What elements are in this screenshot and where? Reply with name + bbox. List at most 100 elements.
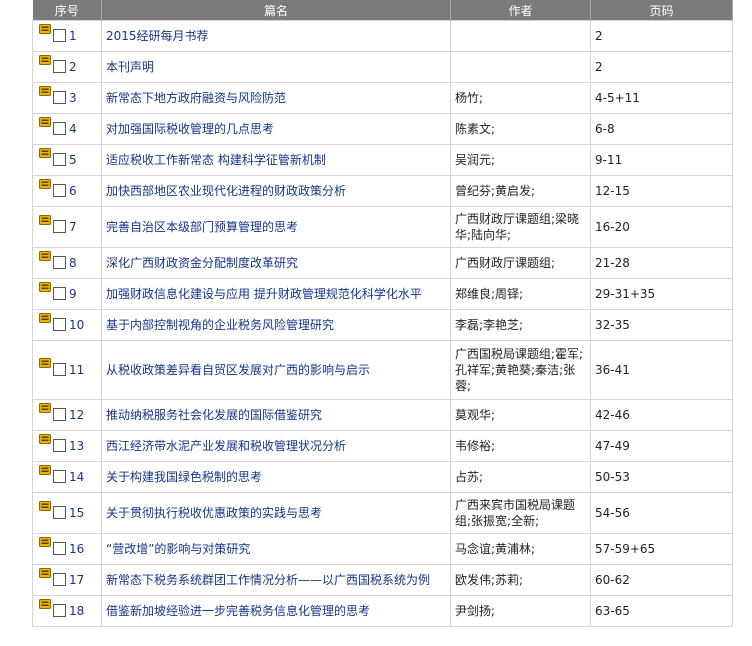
book-icon[interactable] <box>39 500 51 512</box>
header-pages[interactable]: 页码 <box>590 0 733 21</box>
row-index-cell: 9 <box>32 278 102 310</box>
header-title[interactable]: 篇名 <box>101 0 451 21</box>
pages-cell: 63-65 <box>590 595 733 627</box>
row-index-cell: 4 <box>32 113 102 145</box>
row-index-cell: 15 <box>32 492 102 534</box>
table-row: 7 完善自治区本级部门预算管理的思考 广西财政厅课题组;梁晓华;陆向华; 16-20 <box>32 206 733 248</box>
book-icon[interactable] <box>39 402 51 414</box>
select-checkbox[interactable] <box>53 91 66 104</box>
select-checkbox[interactable] <box>53 363 66 376</box>
select-checkbox[interactable] <box>53 604 66 617</box>
row-index-cell: 11 <box>32 340 102 400</box>
title-cell: 加强财政信息化建设与应用 提升财政管理规范化科学化水平 <box>101 278 451 310</box>
book-icon[interactable] <box>39 281 51 293</box>
article-title-link[interactable]: “营改增”的影响与对策研究 <box>106 542 250 556</box>
book-icon[interactable] <box>39 598 51 610</box>
table-row: 18 借鉴新加坡经验进一步完善税务信息化管理的思考 尹剑扬; 63-65 <box>32 595 733 627</box>
select-checkbox[interactable] <box>53 408 66 421</box>
pages-cell: 60-62 <box>590 564 733 596</box>
row-index-cell: 16 <box>32 533 102 565</box>
article-title-link[interactable]: 加快西部地区农业现代化进程的财政政策分析 <box>106 184 346 198</box>
title-cell: 适应税收工作新常态 构建科学征管新机制 <box>101 144 451 176</box>
article-title-link[interactable]: 关于构建我国绿色税制的思考 <box>106 470 262 484</box>
select-checkbox[interactable] <box>53 470 66 483</box>
book-icon[interactable] <box>39 214 51 226</box>
select-checkbox[interactable] <box>53 542 66 555</box>
select-checkbox[interactable] <box>53 153 66 166</box>
pages-cell: 4-5+11 <box>590 82 733 114</box>
author-cell: 陈素文; <box>450 113 591 145</box>
book-icon[interactable] <box>39 536 51 548</box>
row-number: 17 <box>69 573 85 587</box>
table-row: 14 关于构建我国绿色税制的思考 占苏; 50-53 <box>32 461 733 493</box>
row-number: 13 <box>69 439 85 453</box>
article-title-link[interactable]: 新常态下地方政府融资与风险防范 <box>106 91 286 105</box>
table-row: 9 加强财政信息化建设与应用 提升财政管理规范化科学化水平 郑维良;周铎; 29-31… <box>32 278 733 310</box>
book-icon[interactable] <box>39 23 51 35</box>
article-title-link[interactable]: 对加强国际税收管理的几点思考 <box>106 122 274 136</box>
select-checkbox[interactable] <box>53 439 66 452</box>
row-number: 3 <box>69 91 77 105</box>
article-title-link[interactable]: 加强财政信息化建设与应用 提升财政管理规范化科学化水平 <box>106 287 422 301</box>
book-icon[interactable] <box>39 147 51 159</box>
header-author[interactable]: 作者 <box>450 0 591 21</box>
article-title-link[interactable]: 借鉴新加坡经验进一步完善税务信息化管理的思考 <box>106 604 370 618</box>
book-icon[interactable] <box>39 85 51 97</box>
book-icon[interactable] <box>39 357 51 369</box>
article-title-link[interactable]: 西江经济带水泥产业发展和税收管理状况分析 <box>106 439 346 453</box>
row-number: 6 <box>69 184 77 198</box>
title-cell: 推动纳税服务社会化发展的国际借鉴研究 <box>101 399 451 431</box>
author-cell: 吴润元; <box>450 144 591 176</box>
book-icon[interactable] <box>39 178 51 190</box>
select-checkbox[interactable] <box>53 29 66 42</box>
book-icon[interactable] <box>39 54 51 66</box>
pages-cell: 6-8 <box>590 113 733 145</box>
row-number: 7 <box>69 220 77 234</box>
table-row: 17 新常态下税务系统群团工作情况分析——以广西国税系统为例 欧发伟;苏莉; 60-6… <box>32 564 733 596</box>
book-icon[interactable] <box>39 567 51 579</box>
table-row: 6 加快西部地区农业现代化进程的财政政策分析 曾纪芬;黄启发; 12-15 <box>32 175 733 207</box>
article-title-link[interactable]: 2015经研每月书荐 <box>106 29 209 43</box>
row-index-cell: 8 <box>32 247 102 279</box>
select-checkbox[interactable] <box>53 256 66 269</box>
row-index-cell: 13 <box>32 430 102 462</box>
table-row: 11 从税收政策差异看自贸区发展对广西的影响与启示 广西国税局课题组;霍军;孔祥军;… <box>32 340 733 400</box>
book-icon[interactable] <box>39 250 51 262</box>
title-cell: 2015经研每月书荐 <box>101 20 451 52</box>
article-title-link[interactable]: 基于内部控制视角的企业税务风险管理研究 <box>106 318 334 332</box>
pages-cell: 12-15 <box>590 175 733 207</box>
row-index-cell: 14 <box>32 461 102 493</box>
select-checkbox[interactable] <box>53 60 66 73</box>
table-row: 13 西江经济带水泥产业发展和税收管理状况分析 韦修裕; 47-49 <box>32 430 733 462</box>
book-icon[interactable] <box>39 433 51 445</box>
author-cell: 欧发伟;苏莉; <box>450 564 591 596</box>
author-cell: 杨竹; <box>450 82 591 114</box>
article-title-link[interactable]: 关于贯彻执行税收优惠政策的实践与思考 <box>106 506 322 520</box>
article-title-link[interactable]: 新常态下税务系统群团工作情况分析——以广西国税系统为例 <box>106 573 430 587</box>
select-checkbox[interactable] <box>53 506 66 519</box>
select-checkbox[interactable] <box>53 318 66 331</box>
select-checkbox[interactable] <box>53 287 66 300</box>
article-title-link[interactable]: 从税收政策差异看自贸区发展对广西的影响与启示 <box>106 363 370 377</box>
row-number: 5 <box>69 153 77 167</box>
select-checkbox[interactable] <box>53 220 66 233</box>
book-icon[interactable] <box>39 464 51 476</box>
select-checkbox[interactable] <box>53 184 66 197</box>
row-number: 9 <box>69 287 77 301</box>
article-title-link[interactable]: 深化广西财政资金分配制度改革研究 <box>106 256 298 270</box>
author-cell <box>450 20 591 52</box>
pages-cell: 29-31+35 <box>590 278 733 310</box>
select-checkbox[interactable] <box>53 122 66 135</box>
author-cell: 郑维良;周铎; <box>450 278 591 310</box>
book-icon[interactable] <box>39 116 51 128</box>
table-row: 4 对加强国际税收管理的几点思考 陈素文; 6-8 <box>32 113 733 145</box>
article-title-link[interactable]: 本刊声明 <box>106 60 154 74</box>
article-title-link[interactable]: 适应税收工作新常态 构建科学征管新机制 <box>106 153 326 167</box>
article-title-link[interactable]: 完善自治区本级部门预算管理的思考 <box>106 220 298 234</box>
select-checkbox[interactable] <box>53 573 66 586</box>
table-row: 2 本刊声明 2 <box>32 51 733 83</box>
article-title-link[interactable]: 推动纳税服务社会化发展的国际借鉴研究 <box>106 408 322 422</box>
row-index-cell: 5 <box>32 144 102 176</box>
book-icon[interactable] <box>39 312 51 324</box>
header-no[interactable]: 序号 <box>32 0 102 21</box>
